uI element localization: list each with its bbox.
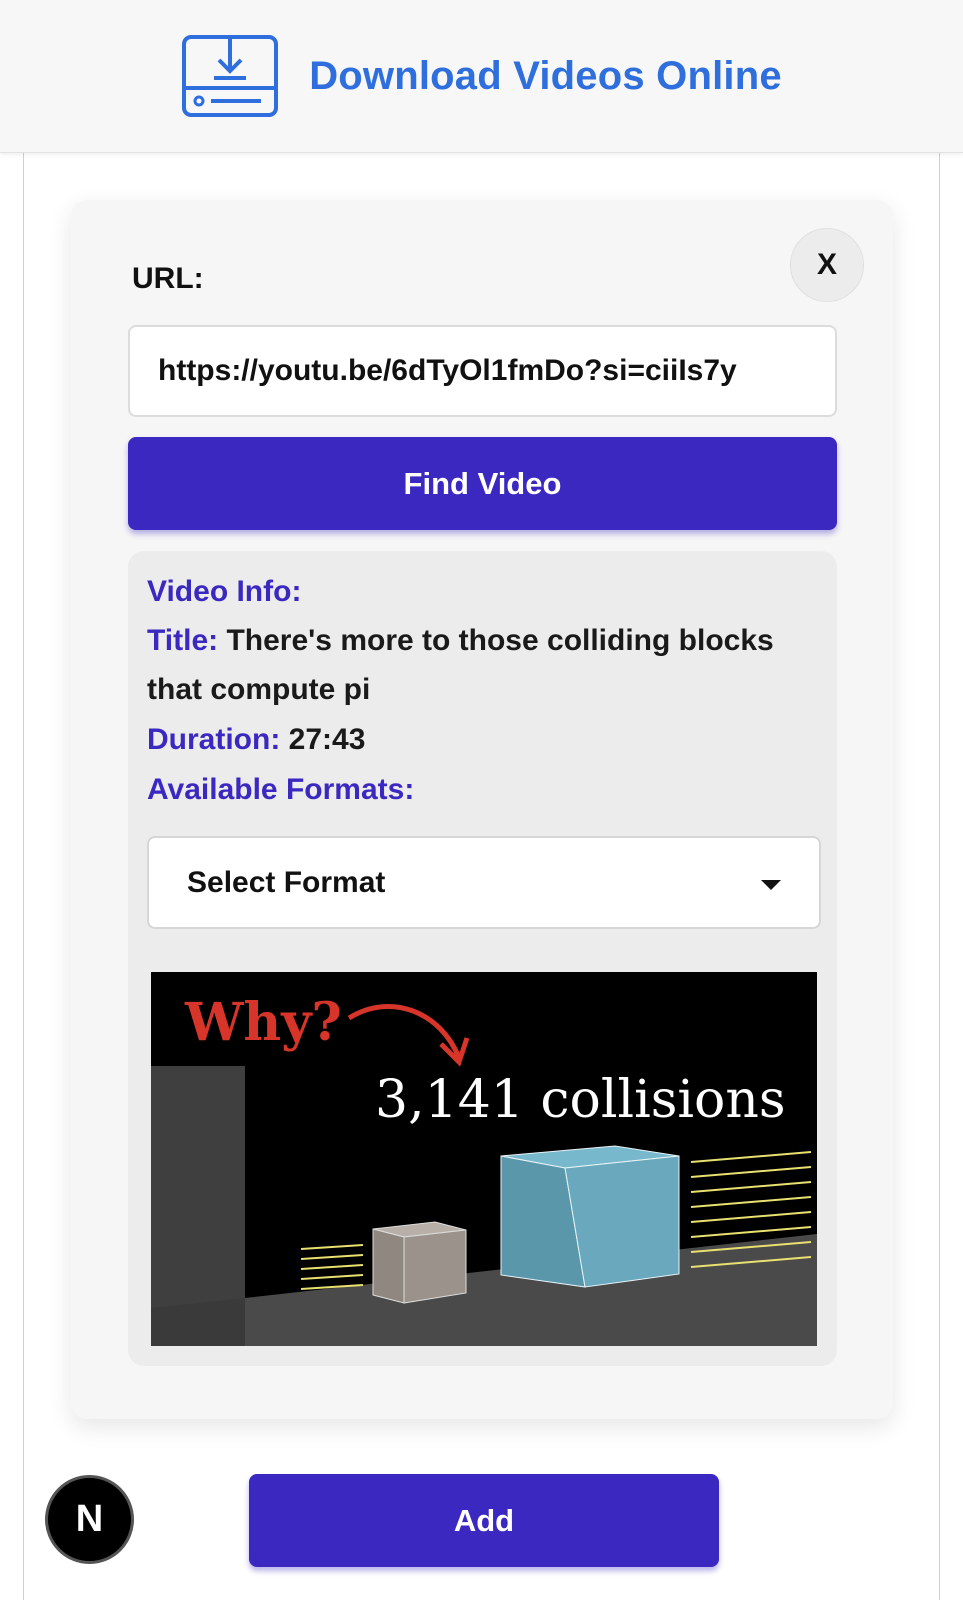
duration-label: Duration: [147,723,281,756]
frame-border-right [939,153,940,1600]
video-title-row: Title: There's more to those colliding b… [147,616,787,714]
frame-border-left [23,153,24,1600]
url-label: URL: [132,262,204,295]
add-button[interactable]: Add [249,1474,719,1567]
app-header: Download Videos Online [0,0,963,153]
close-button[interactable]: X [790,228,864,302]
title-label: Title: [147,624,219,657]
find-video-button[interactable]: Find Video [128,437,837,530]
chevron-down-icon [761,880,781,890]
thumbnail-caption-text: 3,141 collisions [375,1070,786,1130]
video-info-heading: Video Info: [147,575,302,608]
download-icon [182,35,279,117]
n-badge-icon[interactable]: N [45,1475,134,1564]
formats-label: Available Formats: [147,773,415,806]
app-title: Download Videos Online [309,53,782,98]
video-thumbnail: Why? 3,141 collisions [151,972,817,1346]
format-select-value: Select Format [187,865,386,899]
duration-value: 27:43 [288,723,366,756]
duration-row: Duration: 27:43 [147,715,365,764]
url-input[interactable] [128,325,837,417]
video-title: There's more to those colliding blocks t… [147,624,774,706]
format-select[interactable]: Select Format [147,836,821,929]
thumbnail-question-text: Why? [184,992,342,1053]
formats-label-row: Available Formats: [147,765,414,814]
